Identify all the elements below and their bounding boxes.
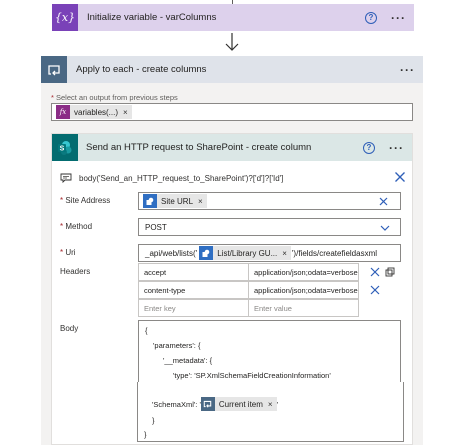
body-line: {: [145, 326, 148, 335]
remove-token-icon[interactable]: ×: [268, 400, 273, 409]
sharepoint-icon: S: [52, 134, 78, 161]
more-options-button[interactable]: ···: [400, 64, 415, 76]
schema-xml-prefix: 'SchemaXml': ': [152, 399, 201, 409]
uri-suffix: ')/fields/createfieldasxml: [291, 248, 378, 258]
method-label: * Method: [60, 222, 92, 231]
switch-to-text-mode-icon[interactable]: [385, 267, 395, 277]
uri-prefix: _api/web/lists(': [145, 248, 198, 258]
more-options-button[interactable]: ···: [389, 142, 404, 154]
svg-text:S: S: [60, 145, 65, 152]
comment-icon: [60, 173, 72, 183]
token-label: List/Library GU...: [217, 248, 278, 258]
site-address-label: * Site Address: [60, 196, 110, 205]
initialize-variable-title[interactable]: Initialize variable - varColumns: [87, 12, 365, 23]
header-value-placeholder[interactable]: Enter value: [248, 299, 359, 317]
token-label: Current item: [218, 399, 263, 409]
header-row: accept application/json;odata=verbose: [138, 263, 360, 281]
header-row-empty: Enter key Enter value: [138, 299, 360, 317]
header-key-input[interactable]: accept: [138, 263, 249, 281]
schema-xml-line: 'SchemaXml': ' Current item × ': [152, 397, 278, 411]
headers-label: Headers: [60, 267, 91, 276]
header-key-input[interactable]: content-type: [138, 281, 249, 299]
dynamic-content-token[interactable]: fx variables(...) ×: [56, 105, 132, 119]
apply-to-each-header[interactable]: Apply to each - create columns ···: [41, 56, 423, 83]
body-line: 'parameters': {: [153, 341, 201, 350]
method-select[interactable]: POST: [138, 218, 401, 236]
expression-fx-icon: fx: [56, 105, 70, 119]
list-library-token[interactable]: List/Library GU... ×: [199, 246, 291, 260]
body-line: 'type': 'SP.XmlSchemaFieldCreationInform…: [173, 371, 331, 380]
body-line: '__metadata': {: [163, 356, 213, 365]
header-value-input[interactable]: application/json;odata=verbose: [248, 263, 359, 281]
headers-table: accept application/json;odata=verbose co…: [138, 263, 360, 317]
expression-comment-row: body('Send_an_HTTP_request_to_SharePoint…: [60, 171, 406, 185]
more-options-button[interactable]: ···: [391, 12, 406, 24]
header-row-actions: [370, 285, 380, 295]
chevron-down-icon[interactable]: [380, 225, 390, 231]
braces-x-icon: {x}: [52, 4, 78, 31]
help-icon[interactable]: ?: [363, 141, 375, 154]
select-output-label-text: Select an output from previous steps: [53, 93, 178, 102]
select-output-input[interactable]: fx variables(...) ×: [51, 103, 413, 121]
token-label: variables(...): [74, 107, 119, 117]
header-row: content-type application/json;odata=verb…: [138, 281, 360, 299]
http-request-header[interactable]: S Send an HTTP request to SharePoint - c…: [52, 134, 412, 161]
schema-xml-suffix: ': [276, 399, 279, 409]
body-line: }: [144, 430, 147, 439]
current-item-token[interactable]: Current item ×: [200, 397, 277, 411]
remove-token-icon[interactable]: ×: [123, 108, 128, 117]
body-input-continued[interactable]: 'SchemaXml': ' Current item × ' } }: [137, 382, 404, 442]
site-url-token[interactable]: Site URL ×: [143, 194, 207, 208]
site-address-label-text: Site Address: [63, 196, 111, 205]
remove-token-icon[interactable]: ×: [282, 249, 287, 258]
arrow-down-icon: [225, 33, 239, 51]
delete-row-icon[interactable]: [370, 267, 380, 277]
apply-to-each-title[interactable]: Apply to each - create columns: [76, 64, 386, 75]
sharepoint-icon: [199, 246, 214, 260]
site-address-input[interactable]: Site URL ×: [138, 192, 401, 210]
sharepoint-icon: [143, 194, 157, 208]
token-label: Site URL: [161, 196, 194, 206]
loop-icon: [200, 397, 215, 411]
http-request-title[interactable]: Send an HTTP request to SharePoint - cre…: [86, 142, 363, 153]
body-label: Body: [60, 324, 79, 333]
uri-label: * Uri: [60, 248, 76, 257]
uri-input[interactable]: _api/web/lists(' List/Library GU... × ')…: [138, 244, 401, 262]
header-row-actions: [370, 267, 395, 277]
header-key-placeholder[interactable]: Enter key: [138, 299, 249, 317]
method-label-text: Method: [63, 222, 93, 231]
remove-token-icon[interactable]: ×: [198, 197, 203, 206]
method-value: POST: [145, 222, 167, 232]
select-output-label: * Select an output from previous steps: [51, 93, 178, 102]
body-input[interactable]: { 'parameters': { '__metadata': { 'type'…: [138, 320, 401, 388]
expression-text: body('Send_an_HTTP_request_to_SharePoint…: [79, 173, 284, 183]
clear-icon[interactable]: [379, 197, 388, 206]
body-line: }: [152, 416, 155, 425]
delete-row-icon[interactable]: [370, 285, 380, 295]
uri-label-text: Uri: [63, 248, 76, 257]
help-icon[interactable]: ?: [365, 11, 377, 24]
header-value-input[interactable]: application/json;odata=verbose: [248, 281, 359, 299]
close-icon[interactable]: [394, 171, 406, 183]
initialize-variable-card[interactable]: {x} Initialize variable - varColumns ? ·…: [52, 4, 414, 31]
loop-icon: [41, 56, 67, 83]
